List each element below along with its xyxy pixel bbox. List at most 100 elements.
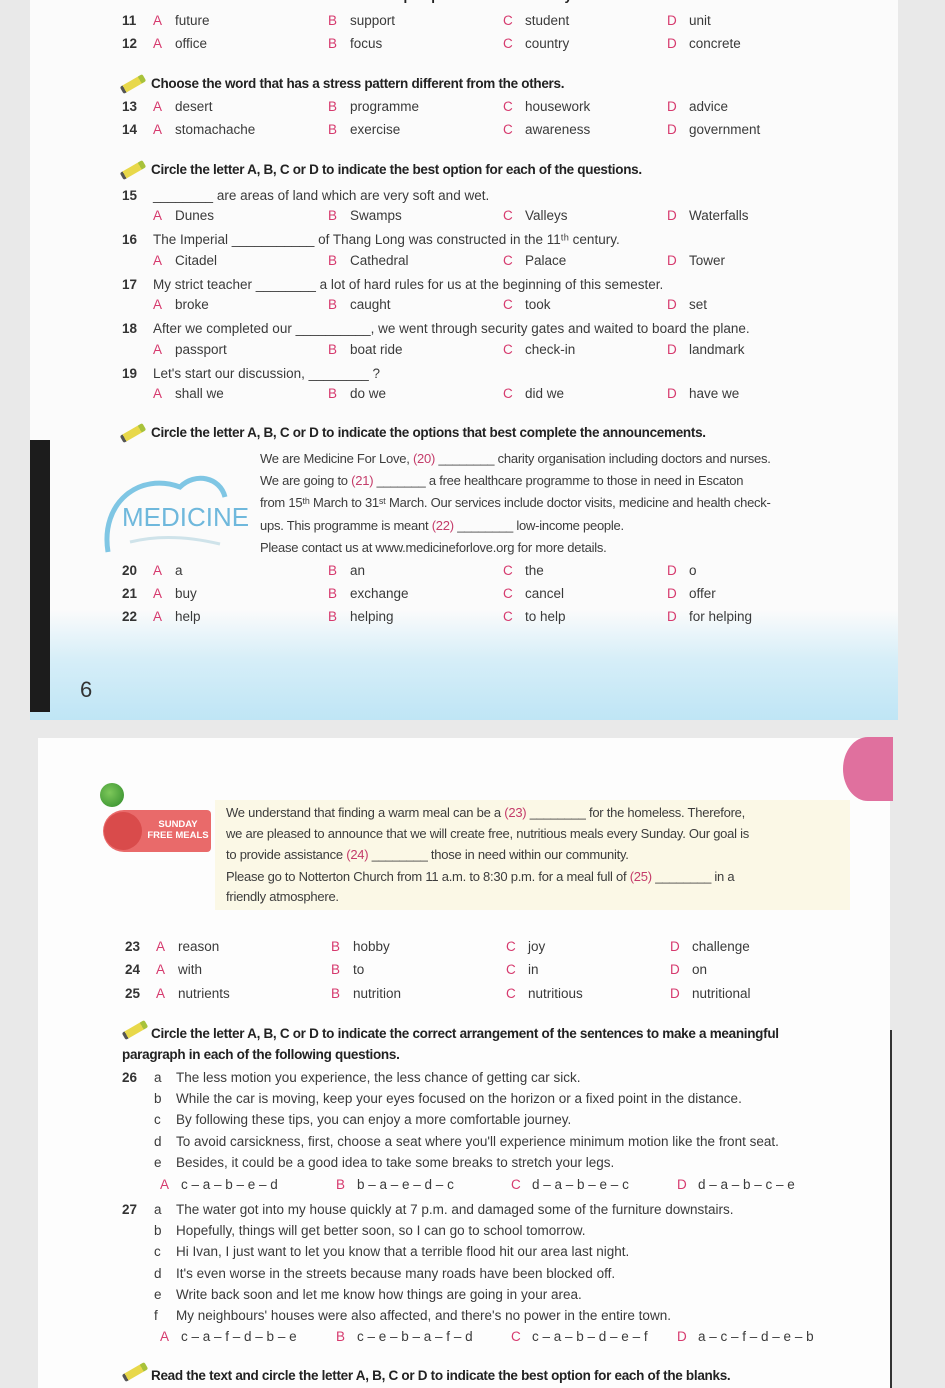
answer-option[interactable]: nutritious bbox=[528, 985, 583, 1003]
answer-option[interactable]: nutrition bbox=[353, 985, 401, 1003]
answer-option[interactable]: Dunes bbox=[175, 207, 214, 225]
answer-option[interactable]: challenge bbox=[692, 938, 750, 956]
answer-option[interactable]: have we bbox=[689, 385, 739, 403]
answer-option[interactable]: unit bbox=[689, 12, 711, 30]
answer-option[interactable]: future bbox=[175, 12, 210, 30]
answer-option[interactable]: Tower bbox=[689, 252, 725, 270]
answer-option[interactable]: boat ride bbox=[350, 341, 403, 359]
answer-option[interactable]: focus bbox=[350, 35, 382, 53]
answer-option[interactable]: reason bbox=[178, 938, 219, 956]
answer-option[interactable]: the bbox=[525, 562, 544, 580]
answer-option[interactable]: Valleys bbox=[525, 207, 568, 225]
option-letter: D bbox=[667, 122, 677, 137]
answer-option[interactable]: student bbox=[525, 12, 569, 30]
section-instruction: paragraph in each of the following quest… bbox=[122, 1047, 400, 1062]
answer-option[interactable]: c – a – b – e – d bbox=[181, 1176, 278, 1194]
answer-option[interactable]: do we bbox=[350, 385, 386, 403]
sentence-letter: d bbox=[154, 1265, 162, 1281]
answer-option[interactable]: hobby bbox=[353, 938, 390, 956]
answer-option[interactable]: programme bbox=[350, 98, 419, 116]
option-letter: A bbox=[156, 939, 166, 954]
answer-option[interactable]: helping bbox=[350, 608, 394, 626]
answer-option[interactable]: on bbox=[692, 961, 707, 979]
option-letter: C bbox=[503, 36, 513, 51]
answer-option[interactable]: government bbox=[689, 121, 760, 139]
answer-option[interactable]: set bbox=[689, 296, 707, 314]
answer-option[interactable]: desert bbox=[175, 98, 213, 116]
answer-option[interactable]: b – a – e – d – c bbox=[357, 1176, 454, 1194]
option-letter: C bbox=[503, 208, 513, 223]
answer-option[interactable]: Citadel bbox=[175, 252, 217, 270]
answer-option[interactable]: an bbox=[350, 562, 365, 580]
sentence-text: Besides, it could be a good idea to take… bbox=[176, 1154, 615, 1170]
answer-option[interactable]: check-in bbox=[525, 341, 575, 359]
answer-option[interactable]: country bbox=[525, 35, 569, 53]
answer-option[interactable]: to help bbox=[525, 608, 566, 626]
answer-option[interactable]: buy bbox=[175, 585, 197, 603]
question-number: 16 bbox=[122, 232, 138, 247]
option-letter: A bbox=[153, 609, 163, 624]
option-letter: A bbox=[156, 962, 166, 977]
answer-option[interactable]: offer bbox=[689, 585, 716, 603]
answer-option[interactable]: c – e – b – a – f – d bbox=[357, 1328, 473, 1346]
answer-option[interactable]: awareness bbox=[525, 121, 590, 139]
option-letter: D bbox=[667, 208, 677, 223]
option-letter: B bbox=[328, 13, 338, 28]
answer-option[interactable]: a – c – f – d – e – b bbox=[698, 1328, 814, 1346]
option-letter: D bbox=[670, 939, 680, 954]
answer-option[interactable]: help bbox=[175, 608, 201, 626]
answer-option[interactable]: joy bbox=[528, 938, 545, 956]
answer-option[interactable]: Waterfalls bbox=[689, 207, 749, 225]
question-number: 17 bbox=[122, 277, 138, 292]
answer-option[interactable]: did we bbox=[525, 385, 564, 403]
answer-option[interactable]: exercise bbox=[350, 121, 400, 139]
answer-option[interactable]: d – a – b – c – e bbox=[698, 1176, 795, 1194]
answer-option[interactable]: nutrients bbox=[178, 985, 230, 1003]
option-letter: D bbox=[667, 563, 677, 578]
option-letter: D bbox=[670, 962, 680, 977]
answer-option[interactable]: nutritional bbox=[692, 985, 751, 1003]
badge-text: SUNDAY FREE MEALS bbox=[145, 819, 211, 841]
answer-option[interactable]: c – a – f – d – b – e bbox=[181, 1328, 297, 1346]
sentence-letter: c bbox=[154, 1112, 161, 1128]
page-footer-band bbox=[30, 610, 898, 720]
answer-option[interactable]: caught bbox=[350, 296, 391, 314]
option-letter: B bbox=[328, 122, 338, 137]
answer-option[interactable]: Palace bbox=[525, 252, 566, 270]
option-letter: A bbox=[153, 99, 163, 114]
answer-option[interactable]: stomachache bbox=[175, 121, 255, 139]
sentence-text: The less motion you experience, the less… bbox=[176, 1070, 581, 1085]
answer-option[interactable]: office bbox=[175, 35, 207, 53]
answer-option[interactable]: o bbox=[689, 562, 697, 580]
answer-option[interactable]: cancel bbox=[525, 585, 564, 603]
answer-option[interactable]: landmark bbox=[689, 341, 745, 359]
answer-option[interactable]: passport bbox=[175, 341, 227, 359]
green-ball-decoration bbox=[100, 783, 124, 807]
option-letter: C bbox=[511, 1177, 521, 1192]
answer-option[interactable]: Swamps bbox=[350, 207, 402, 225]
answer-option[interactable]: broke bbox=[175, 296, 209, 314]
option-letter: B bbox=[336, 1329, 346, 1344]
answer-option[interactable]: shall we bbox=[175, 385, 224, 403]
answer-option[interactable]: Cathedral bbox=[350, 252, 409, 270]
answer-option[interactable]: in bbox=[528, 961, 539, 979]
answer-option[interactable]: support bbox=[350, 12, 395, 30]
badge-line-1: SUNDAY bbox=[158, 819, 198, 830]
answer-option[interactable]: for helping bbox=[689, 608, 752, 626]
answer-option[interactable]: d – a – b – e – c bbox=[532, 1176, 629, 1194]
question-number: 25 bbox=[125, 986, 141, 1001]
sentence-letter: e bbox=[154, 1286, 162, 1302]
section-instruction: Circle the letter A, B, C or D to indica… bbox=[151, 162, 642, 177]
sentence-text: By following these tips, you can enjoy a… bbox=[176, 1112, 572, 1128]
answer-option[interactable]: with bbox=[178, 961, 202, 979]
sentence-letter: a bbox=[154, 1202, 162, 1217]
answer-option[interactable]: c – a – b – d – e – f bbox=[532, 1328, 648, 1346]
answer-option[interactable]: exchange bbox=[350, 585, 409, 603]
answer-option[interactable]: advice bbox=[689, 98, 728, 116]
answer-option[interactable]: concrete bbox=[689, 35, 741, 53]
answer-option[interactable]: took bbox=[525, 296, 551, 314]
sentence-text: While the car is moving, keep your eyes … bbox=[176, 1091, 742, 1107]
answer-option[interactable]: to bbox=[353, 961, 364, 979]
answer-option[interactable]: housework bbox=[525, 98, 590, 116]
question-number: 18 bbox=[122, 321, 138, 336]
